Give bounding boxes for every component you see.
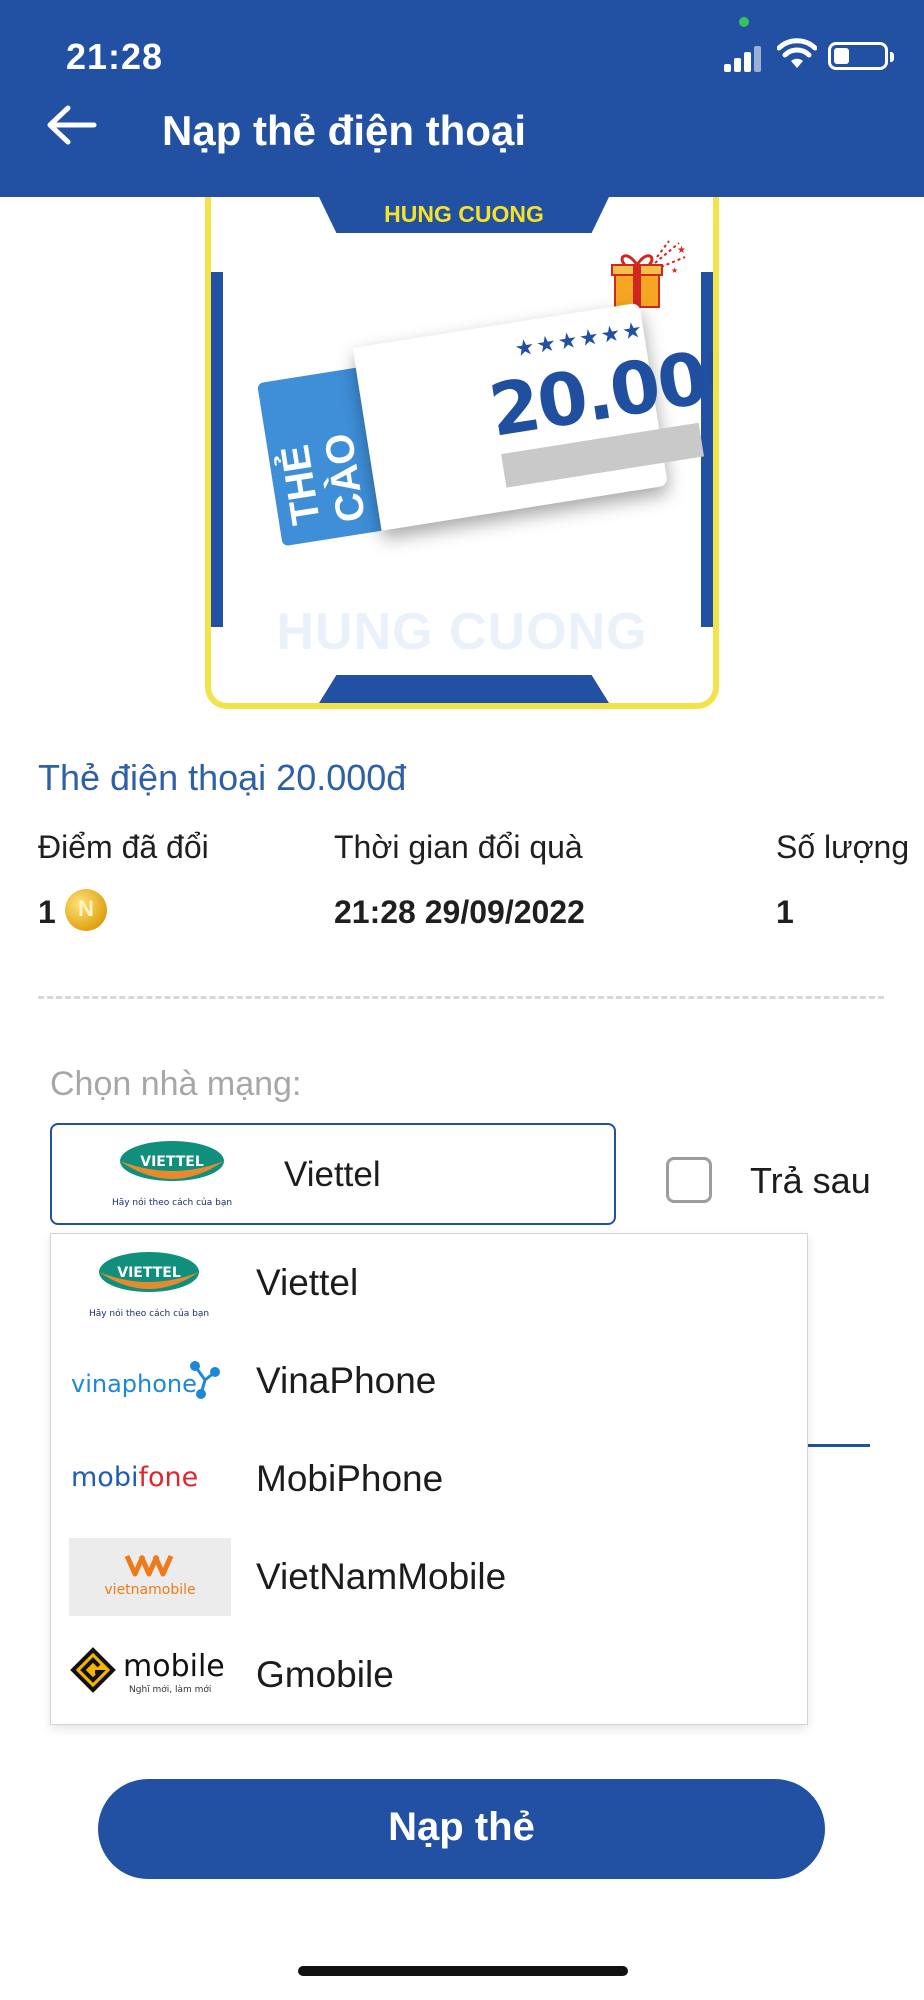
mobifone-logo-icon: mobifone: [71, 1462, 198, 1493]
page-title: Nạp thẻ điện thoại: [162, 107, 527, 154]
points-label: Điểm đã đổi: [38, 829, 209, 865]
network-option-vietnammobile[interactable]: vietnamobile VietNamMobile: [51, 1528, 807, 1626]
svg-text:mobifone: mobifone: [71, 1462, 198, 1493]
back-arrow-icon[interactable]: [42, 100, 102, 150]
network-option-label: VietNamMobile: [256, 1556, 507, 1597]
gift-icon: ★ ★: [611, 240, 686, 308]
product-title: Thẻ điện thoại 20.000đ: [38, 757, 407, 798]
network-dropdown: VIETTEL Hãy nói theo cách của bạn Viette…: [50, 1233, 808, 1725]
network-select-value: Viettel: [284, 1155, 381, 1194]
vietnamobile-logo-icon: vietnamobile: [69, 1538, 231, 1616]
quantity-value: 1: [776, 894, 794, 930]
recharge-button-label: Nạp thẻ: [388, 1805, 535, 1849]
postpaid-label: Trả sau: [750, 1160, 871, 1201]
gmobile-logo-text: mobile: [123, 1649, 225, 1684]
cellular-signal-icon: [724, 42, 768, 72]
divider: [38, 996, 884, 999]
postpaid-checkbox[interactable]: [666, 1157, 712, 1203]
network-option-viettel[interactable]: VIETTEL Hãy nói theo cách của bạn Viette…: [51, 1234, 807, 1332]
privacy-indicator-icon: [739, 17, 749, 27]
network-option-mobiphone[interactable]: mobifone MobiPhone: [51, 1430, 807, 1528]
network-select-label: Chọn nhà mạng:: [50, 1065, 302, 1103]
svg-text:★: ★: [677, 245, 686, 256]
voucher-body: ★★★★★★ 20.000Đ: [352, 302, 713, 531]
network-select[interactable]: VIETTEL Hãy nói theo cách của bạn Viette…: [50, 1123, 616, 1225]
network-option-gmobile[interactable]: mobile Nghĩ mới, làm mới Gmobile: [51, 1626, 807, 1724]
network-option-label: Viettel: [256, 1262, 359, 1303]
network-option-label: Gmobile: [256, 1654, 394, 1695]
redeem-time-label: Thời gian đổi quà: [334, 829, 583, 865]
vinaphone-logo-text: vinaphone: [71, 1370, 197, 1398]
viettel-logo-slogan: Hãy nói theo cách của bạn: [112, 1197, 232, 1208]
network-option-vinaphone[interactable]: vinaphone VinaPhone: [51, 1332, 807, 1430]
card-brand-label: HUNG CUONG: [384, 201, 544, 227]
gmobile-logo-slogan: Nghĩ mới, làm mới: [129, 1684, 211, 1695]
points-value: 1: [38, 894, 56, 930]
recharge-button[interactable]: Nạp thẻ: [98, 1779, 825, 1879]
coin-letter: N: [78, 896, 94, 921]
vinaphone-logo-icon: vinaphone: [71, 1361, 220, 1399]
viettel-logo-text: VIETTEL: [117, 1265, 181, 1281]
quantity-label: Số lượng: [776, 829, 910, 865]
coin-icon: N: [65, 889, 107, 931]
card-bottom-tab: [319, 675, 609, 703]
gmobile-logo-icon: mobile Nghĩ mới, làm mới: [70, 1647, 225, 1695]
home-indicator[interactable]: [298, 1966, 628, 1976]
card-watermark: HUNG CUONG: [276, 603, 648, 661]
network-option-label: VinaPhone: [256, 1360, 437, 1401]
app-bar: 21:28 Nạp thẻ điện thoại: [0, 0, 924, 197]
redeem-time-value: 21:28 29/09/2022: [334, 894, 585, 930]
viettel-logo-icon: VIETTEL Hãy nói theo cách của bạn: [89, 1252, 209, 1319]
mobifone-logo-text-b: fone: [138, 1462, 198, 1493]
vnm-logo-text: vietnamobile: [104, 1582, 195, 1598]
battery-icon: [828, 42, 894, 70]
status-time: 21:28: [66, 36, 164, 77]
product-card-image: HUNG CUONG ★ ★ HUNG CUONG THẺ CÀO ★★★★★★…: [205, 197, 719, 709]
viettel-logo-slogan: Hãy nói theo cách của bạn: [89, 1308, 209, 1319]
svg-text:★: ★: [671, 266, 678, 275]
card-frame-left: [211, 272, 223, 627]
mobifone-logo-text-a: mobi: [71, 1462, 138, 1493]
viettel-logo-text: VIETTEL: [140, 1154, 204, 1170]
network-option-label: MobiPhone: [256, 1458, 444, 1499]
viettel-logo-icon: VIETTEL Hãy nói theo cách của bạn: [112, 1141, 232, 1208]
scratch-card-graphic: THẺ CÀO ★★★★★★ 20.000Đ: [254, 302, 713, 547]
wifi-icon: [777, 38, 817, 68]
